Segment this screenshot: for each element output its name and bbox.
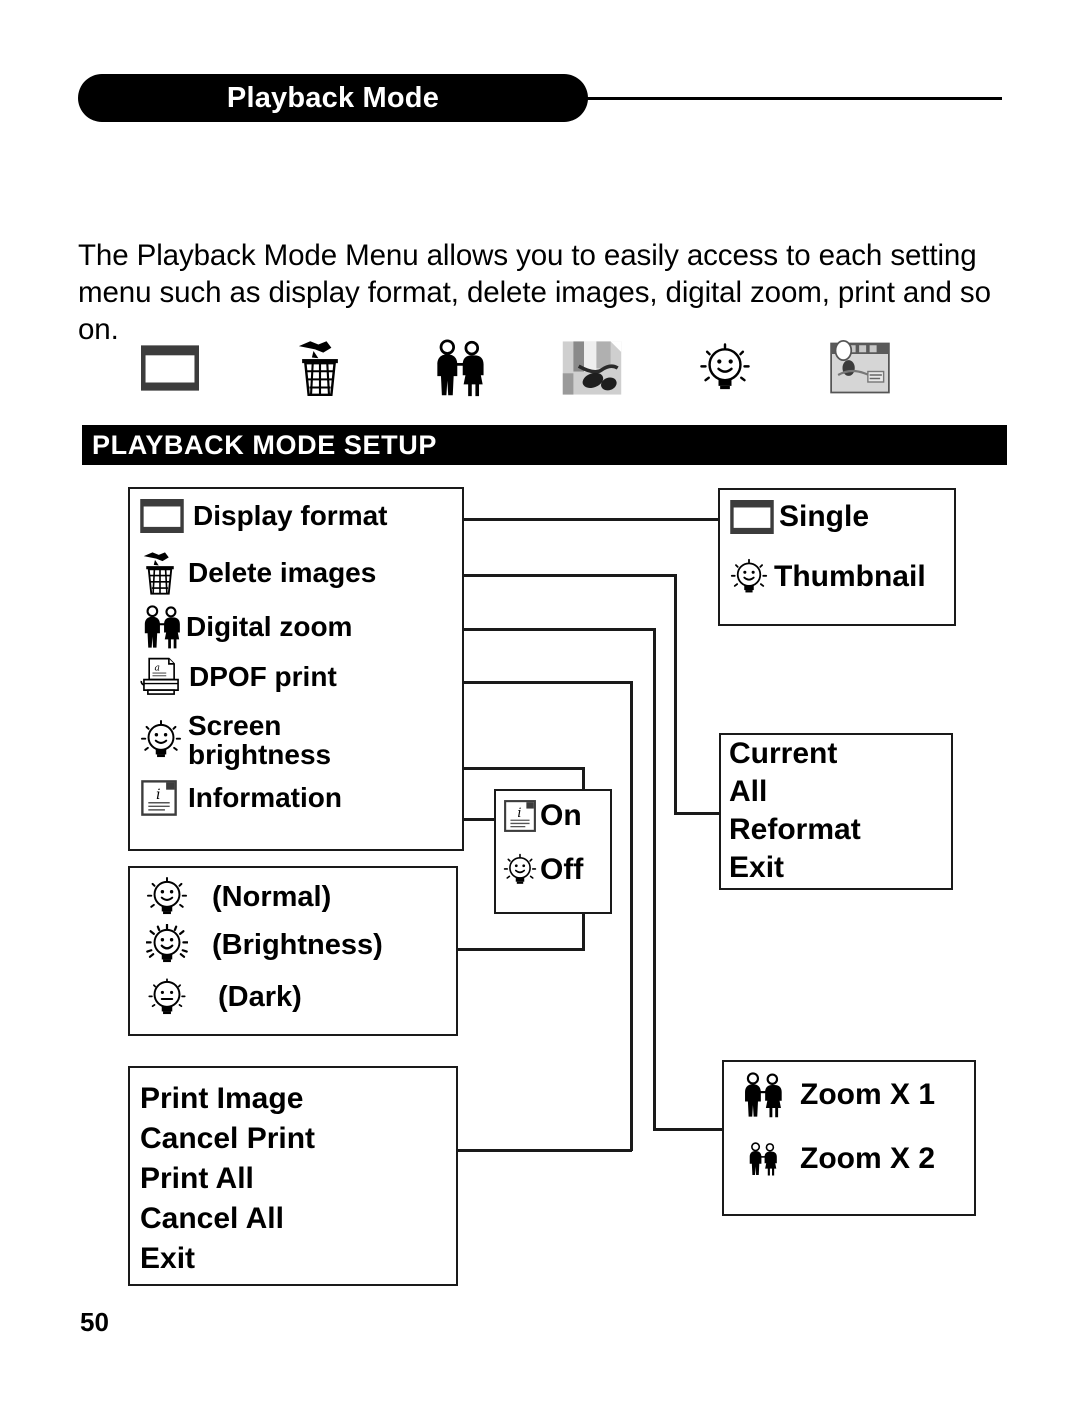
option-label: Thumbnail [774,560,926,593]
bulb-normal-icon [146,876,188,918]
menu-item-label: Screen [188,710,282,741]
option-single[interactable]: Single [730,500,869,534]
delete-images-icon [294,339,346,397]
option-label: (Dark) [218,980,302,1013]
option-zoom-x2[interactable]: Zoom X 2 [740,1142,935,1176]
screen-brightness-icon [699,342,751,394]
menu-item-dpof-print[interactable]: DPOF print [140,657,337,697]
page-title: Playback Mode [226,81,440,114]
menu-item-screen-brightness[interactable]: Screen brightness [140,711,331,769]
option-reformat[interactable]: Reformat [729,813,861,847]
option-information-on[interactable]: On [503,799,582,833]
display-format-icon [730,500,774,534]
strip-information-icon [820,333,900,403]
playback-menu-box: Display format Delete images Digital zoo… [128,487,464,851]
page-number: 50 [80,1307,109,1337]
icon-strip [130,333,910,403]
strip-dpof-print-icon [552,333,632,403]
option-print-exit[interactable]: Exit [140,1242,195,1276]
digital-zoom-icon [740,1072,786,1118]
connector-delete-v [674,574,677,814]
digital-zoom-small-icon [746,1142,780,1176]
print-options-box: Print Image Cancel Print Print All Cance… [128,1066,458,1286]
connector-delete-h2 [674,812,722,815]
display-format-icon [141,345,199,391]
bulb-dark-icon [146,976,188,1018]
option-label: Zoom X 1 [800,1078,936,1111]
menu-item-label: Digital zoom [186,611,353,642]
section-title-bar: PLAYBACK MODE SETUP [82,425,1007,465]
header-rule [560,97,1002,100]
brightness-options-box: (Normal) (Brightness) (Dark) [128,866,458,1036]
connector-brightness-h2 [455,948,584,951]
option-brightness-bright[interactable]: (Brightness) [146,924,383,966]
option-zoom-x1[interactable]: Zoom X 1 [740,1072,935,1118]
intro-paragraph: The Playback Mode Menu allows you to eas… [78,238,991,346]
option-cancel-all[interactable]: Cancel All [140,1202,284,1236]
option-brightness-dark[interactable]: (Dark) [146,976,302,1018]
option-thumbnail[interactable]: Thumbnail [730,558,926,596]
display-format-options-box: Single Thumbnail [718,488,956,626]
option-information-off[interactable]: Off [503,853,583,887]
strip-delete-images-icon [280,333,360,403]
menu-item-label-line2: brightness [188,739,332,770]
connector-zoom-v [653,628,656,1130]
option-print-image[interactable]: Print Image [140,1082,303,1116]
menu-item-information[interactable]: Information [140,779,342,817]
screen-brightness-icon [140,719,182,761]
option-label: Zoom X 2 [800,1142,936,1175]
screen-brightness-icon [503,853,537,887]
option-exit[interactable]: Exit [729,851,784,885]
dpof-print-icon [140,657,182,697]
connector-print-h2 [455,1149,632,1152]
option-current[interactable]: Current [729,737,837,771]
menu-item-digital-zoom[interactable]: Digital zoom [140,605,352,649]
bulb-bright-icon [146,924,188,966]
digital-zoom-icon [140,605,184,649]
strip-display-format-icon [130,333,210,403]
menu-item-display-format[interactable]: Display format [140,499,388,533]
option-label: (Normal) [212,880,332,913]
menu-item-label: Delete images [188,557,377,588]
connector-zoom-h2 [653,1128,725,1131]
option-cancel-print[interactable]: Cancel Print [140,1122,315,1156]
dpof-print-icon [561,339,623,397]
digital-zoom-icon [431,339,489,397]
thumbnail-bulb-icon [730,558,768,596]
connector-print-v [630,681,633,1151]
information-options-box: On Off [494,789,612,914]
option-label: Off [540,853,584,886]
option-label: (Brightness) [212,928,383,961]
zoom-options-box: Zoom X 1 Zoom X 2 [722,1060,976,1216]
option-print-all[interactable]: Print All [140,1162,254,1196]
option-all[interactable]: All [729,775,767,809]
menu-item-label: DPOF print [189,661,337,692]
menu-item-label: Display format [193,500,388,531]
page-title-pill: Playback Mode [78,74,588,122]
menu-item-delete-images[interactable]: Delete images [140,551,376,595]
information-icon [829,340,891,396]
menu-item-label: Information [188,782,342,813]
strip-screen-brightness-icon [685,333,765,403]
delete-options-box: Current All Reformat Exit [719,733,953,890]
display-format-icon [140,499,184,533]
section-title: PLAYBACK MODE SETUP [92,429,437,460]
option-label: On [540,799,582,832]
page-header: Playback Mode [0,0,1080,140]
option-label: Single [779,500,870,533]
option-brightness-normal[interactable]: (Normal) [146,876,331,918]
strip-digital-zoom-icon [420,333,500,403]
information-icon [140,779,178,817]
information-icon [503,799,537,833]
delete-images-icon [140,551,180,595]
